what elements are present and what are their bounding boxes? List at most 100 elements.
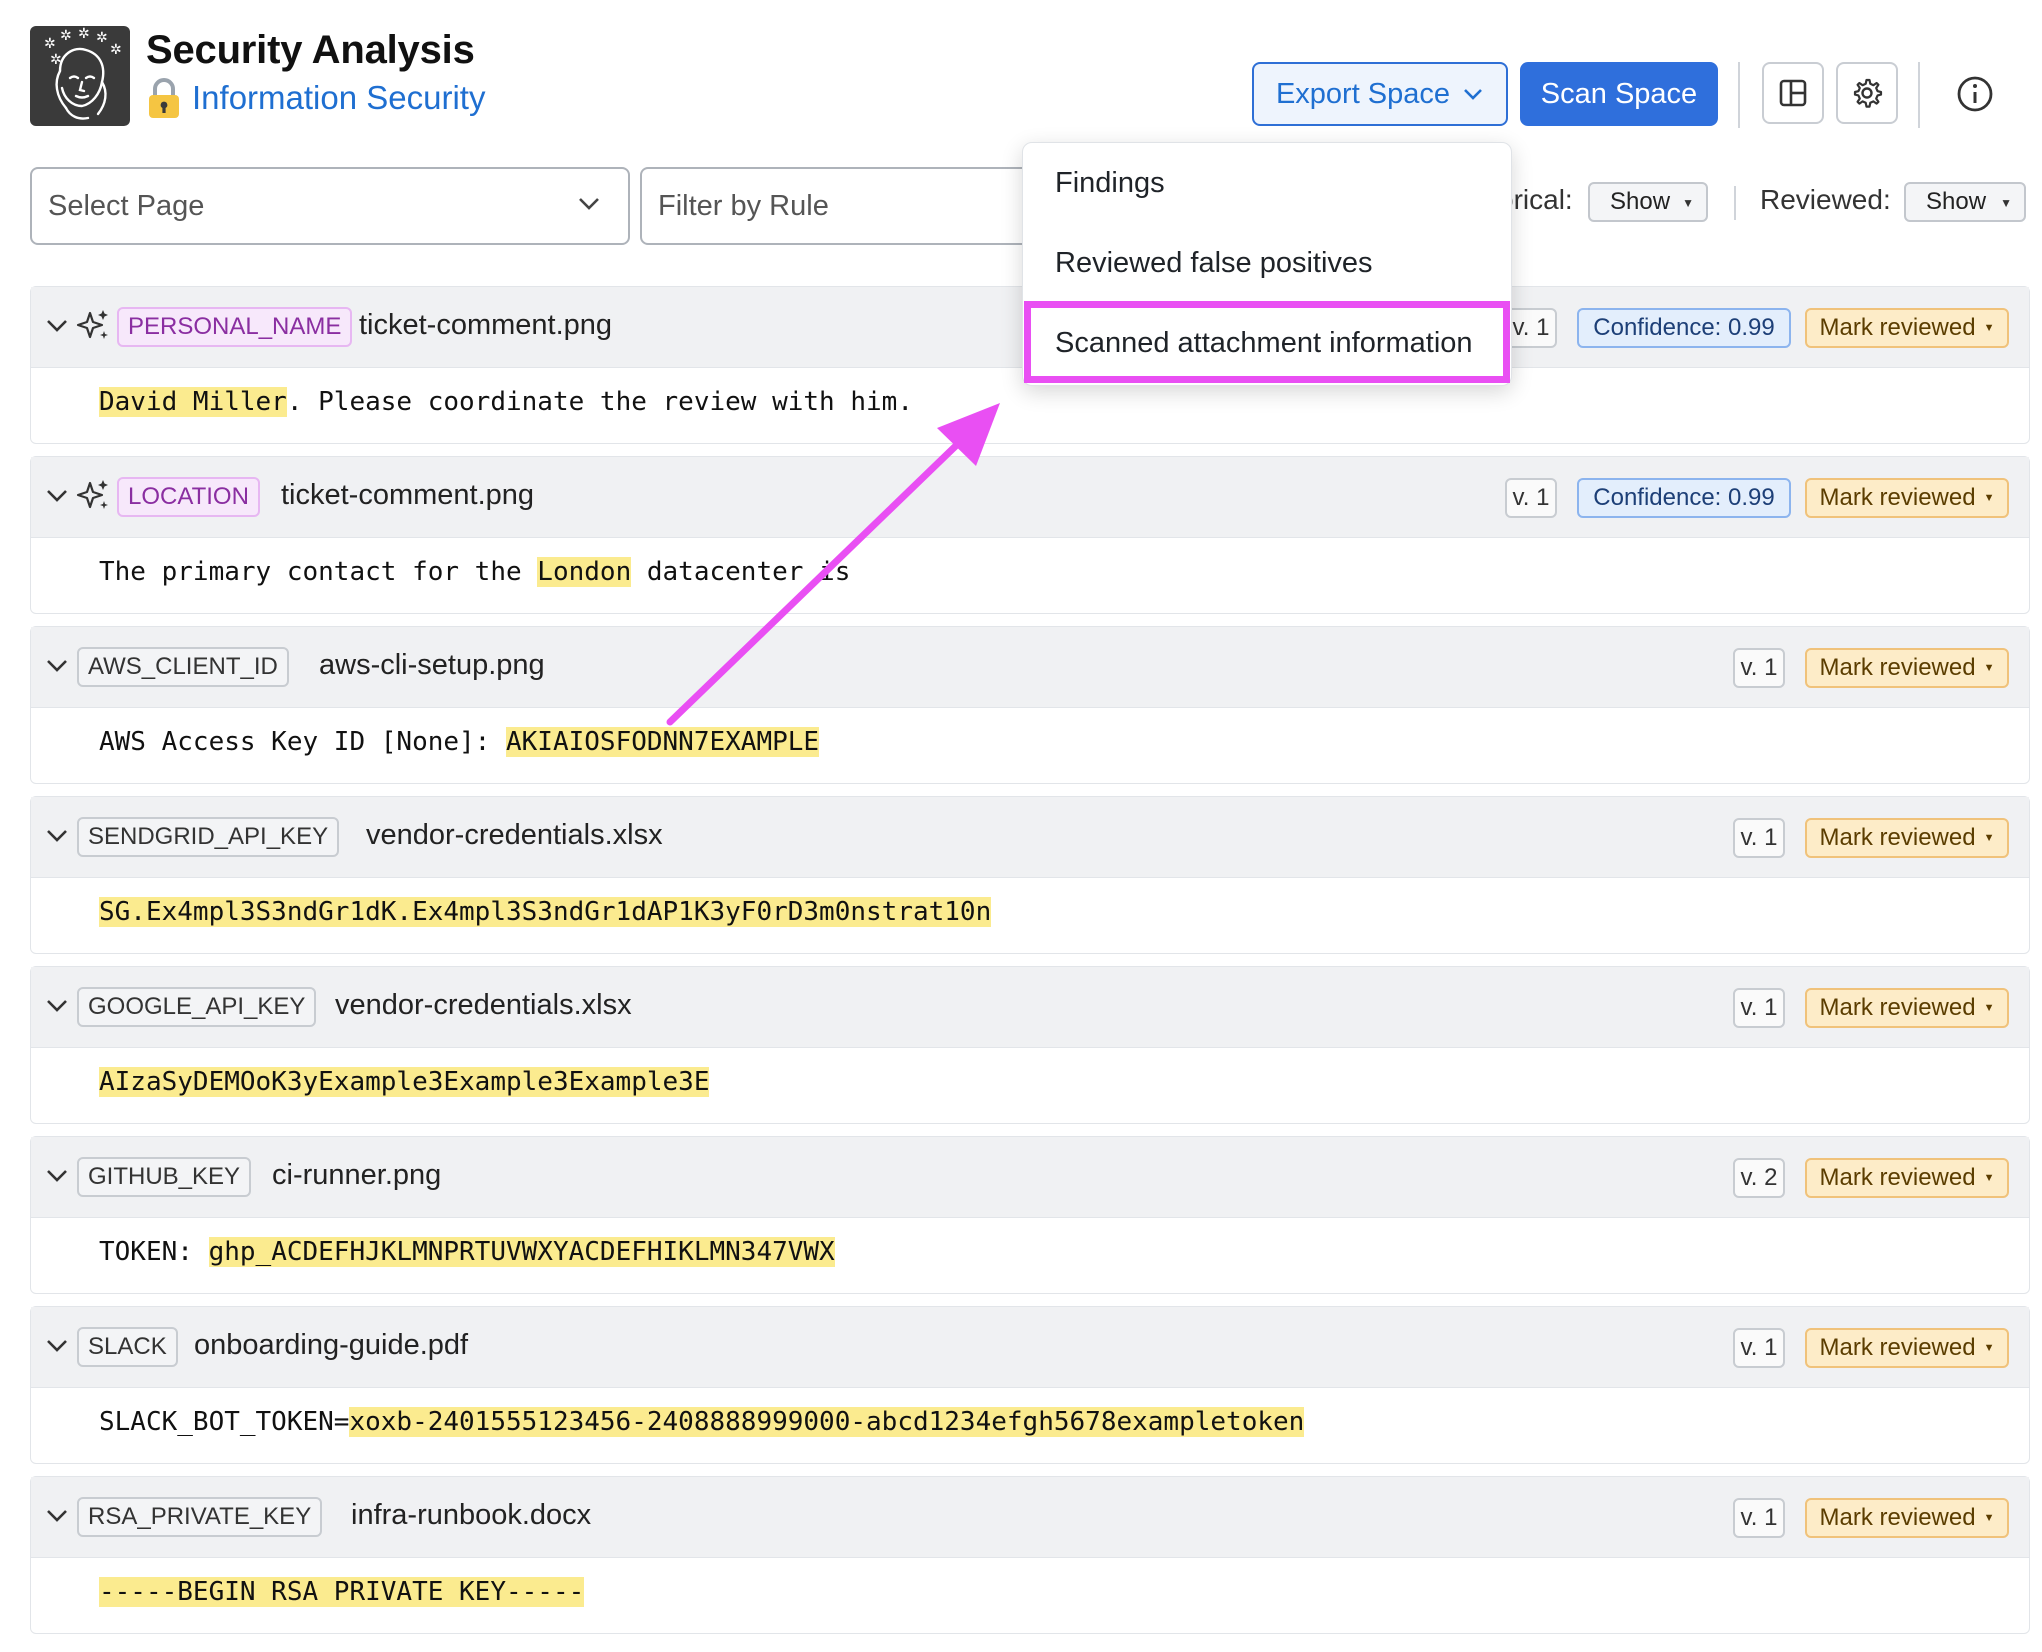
toolbar-divider bbox=[1738, 62, 1740, 128]
historical-select[interactable]: Show ▼ bbox=[1588, 182, 1708, 222]
snippet-match: David Miller bbox=[99, 387, 287, 417]
finding-header[interactable]: GOOGLE_API_KEY vendor-credentials.xlsx v. … bbox=[31, 967, 2029, 1048]
mark-reviewed-label: Mark reviewed bbox=[1819, 994, 1976, 1021]
info-icon[interactable] bbox=[1955, 74, 1995, 114]
version-badge: v. 1 bbox=[1733, 1498, 1785, 1538]
caret-down-icon: ▼ bbox=[1983, 322, 1995, 334]
rule-tag: SLACK bbox=[77, 1327, 178, 1367]
finding-snippet: The primary contact for the London datac… bbox=[99, 557, 850, 587]
finding-filename[interactable]: vendor-credentials.xlsx bbox=[366, 819, 663, 852]
chevron-down-icon[interactable] bbox=[44, 825, 70, 847]
snippet-match: ghp_ACDEFHJKLMNPRTUVWXYACDEFHIKLMN347VWX bbox=[208, 1237, 835, 1267]
chevron-down-icon[interactable] bbox=[44, 1505, 70, 1527]
version-badge: v. 1 bbox=[1733, 988, 1785, 1028]
caret-down-icon: ▼ bbox=[1983, 832, 1995, 844]
snippet-text: AWS Access Key ID [None]: bbox=[99, 727, 506, 757]
chevron-down-icon[interactable] bbox=[44, 315, 70, 337]
caret-down-icon: ▼ bbox=[1983, 662, 1995, 674]
snippet-match: xoxb-2401555123456-2408888999000-abcd123… bbox=[349, 1407, 1305, 1437]
filter-by-rule-placeholder: Filter by Rule bbox=[658, 189, 829, 222]
finding-filename[interactable]: ci-runner.png bbox=[272, 1159, 441, 1192]
snippet-text: . Please coordinate the review with him. bbox=[286, 387, 913, 417]
caret-down-icon: ▼ bbox=[1983, 492, 1995, 504]
finding-filename[interactable]: ticket-comment.png bbox=[359, 309, 612, 342]
svg-text:✲: ✲ bbox=[78, 26, 90, 42]
svg-text:✲: ✲ bbox=[110, 42, 122, 58]
rule-tag: AWS_CLIENT_ID bbox=[77, 647, 289, 687]
settings-button[interactable] bbox=[1836, 62, 1898, 124]
mark-reviewed-button[interactable]: Mark reviewed ▼ bbox=[1805, 1498, 2009, 1538]
scan-space-button[interactable]: Scan Space bbox=[1520, 62, 1718, 126]
finding-header[interactable]: SLACK onboarding-guide.pdf v. 1 Mark review… bbox=[31, 1307, 2029, 1388]
version-badge: v. 1 bbox=[1505, 308, 1557, 348]
finding-snippet: AWS Access Key ID [None]: AKIAIOSFODNN7E… bbox=[99, 727, 820, 757]
mark-reviewed-button[interactable]: Mark reviewed ▼ bbox=[1805, 1158, 2009, 1198]
lock-icon bbox=[149, 78, 179, 118]
mark-reviewed-button[interactable]: Mark reviewed ▼ bbox=[1805, 818, 2009, 858]
caret-down-icon: ▼ bbox=[1983, 1002, 1995, 1014]
finding-filename[interactable]: ticket-comment.png bbox=[281, 479, 534, 512]
app-logo: ✲ ✲ ✲ ✲ ✲ ✲ bbox=[30, 26, 130, 126]
snippet-match: AIzaSyDEMOoK3yExample3Example3Example3E bbox=[99, 1067, 710, 1097]
mark-reviewed-label: Mark reviewed bbox=[1819, 1164, 1976, 1191]
export-space-label: Export Space bbox=[1275, 77, 1451, 110]
mark-reviewed-button[interactable]: Mark reviewed ▼ bbox=[1805, 478, 2009, 518]
snippet-text: The primary contact for the bbox=[99, 557, 538, 587]
mark-reviewed-label: Mark reviewed bbox=[1819, 314, 1976, 341]
mark-reviewed-button[interactable]: Mark reviewed ▼ bbox=[1805, 988, 2009, 1028]
app-title: Security Analysis bbox=[146, 28, 475, 72]
mark-reviewed-label: Mark reviewed bbox=[1819, 484, 1976, 511]
annotation-highlight-box bbox=[1024, 301, 1510, 383]
finding-filename[interactable]: onboarding-guide.pdf bbox=[194, 1329, 468, 1362]
finding-header[interactable]: AWS_CLIENT_ID aws-cli-setup.png v. 1 Mark r… bbox=[31, 627, 2029, 708]
snippet-match: SG.Ex4mpl3S3ndGr1dK.Ex4mpl3S3ndGr1dAP1K3… bbox=[99, 897, 992, 927]
finding-snippet: TOKEN: ghp_ACDEFHJKLMNPRTUVWXYACDEFHIKLM… bbox=[99, 1237, 835, 1267]
select-page-placeholder: Select Page bbox=[48, 189, 205, 222]
snippet-text: SLACK_BOT_TOKEN= bbox=[99, 1407, 350, 1437]
select-page-dropdown[interactable]: Select Page bbox=[30, 167, 630, 245]
finding-card: AWS_CLIENT_ID aws-cli-setup.png v. 1 Mark r… bbox=[30, 626, 2030, 784]
mark-reviewed-label: Mark reviewed bbox=[1819, 654, 1976, 681]
chevron-down-icon[interactable] bbox=[44, 655, 70, 677]
reviewed-value: Show bbox=[1926, 188, 1987, 215]
mark-reviewed-button[interactable]: Mark reviewed ▼ bbox=[1805, 1328, 2009, 1368]
ai-sparkle-icon bbox=[76, 480, 108, 509]
gear-icon bbox=[1853, 78, 1883, 108]
reviewed-label: Reviewed: bbox=[1760, 184, 1891, 215]
finding-header[interactable]: SENDGRID_API_KEY vendor-credentials.xlsx v… bbox=[31, 797, 2029, 878]
export-space-button[interactable]: Export Space bbox=[1252, 62, 1508, 126]
svg-text:✲: ✲ bbox=[50, 52, 62, 68]
confidence-badge: Confidence: 0.99 bbox=[1577, 478, 1791, 518]
chevron-down-icon[interactable] bbox=[44, 995, 70, 1017]
version-badge: v. 2 bbox=[1733, 1158, 1785, 1198]
chevron-down-icon[interactable] bbox=[44, 1165, 70, 1187]
mark-reviewed-label: Mark reviewed bbox=[1819, 1504, 1976, 1531]
svg-text:✲: ✲ bbox=[96, 30, 108, 46]
chevron-down-icon[interactable] bbox=[44, 1335, 70, 1357]
svg-text:✲: ✲ bbox=[60, 28, 72, 44]
mark-reviewed-label: Mark reviewed bbox=[1819, 824, 1976, 851]
mark-reviewed-button[interactable]: Mark reviewed ▼ bbox=[1805, 308, 2009, 348]
menu-item-findings[interactable]: Findings bbox=[1055, 167, 1165, 200]
finding-header[interactable]: RSA_PRIVATE_KEY infra-runbook.docx v. 1 Mar… bbox=[31, 1477, 2029, 1558]
layout-button[interactable] bbox=[1762, 62, 1824, 124]
rule-tag: LOCATION bbox=[117, 477, 260, 517]
finding-snippet: AIzaSyDEMOoK3yExample3Example3Example3E bbox=[99, 1067, 710, 1097]
finding-card: GOOGLE_API_KEY vendor-credentials.xlsx v. … bbox=[30, 966, 2030, 1124]
snippet-match: London bbox=[537, 557, 632, 587]
chevron-down-icon[interactable] bbox=[44, 485, 70, 507]
finding-header[interactable]: LOCATION ticket-comment.png v. 1 Confidence… bbox=[31, 457, 2029, 538]
finding-filename[interactable]: infra-runbook.docx bbox=[351, 1499, 591, 1532]
finding-filename[interactable]: aws-cli-setup.png bbox=[319, 649, 545, 682]
version-badge: v. 1 bbox=[1505, 478, 1557, 518]
finding-card: LOCATION ticket-comment.png v. 1 Confidence… bbox=[30, 456, 2030, 614]
reviewed-select[interactable]: Show ▼ bbox=[1904, 182, 2026, 222]
caret-down-icon: ▼ bbox=[1983, 1342, 1995, 1354]
mark-reviewed-button[interactable]: Mark reviewed ▼ bbox=[1805, 648, 2009, 688]
finding-filename[interactable]: vendor-credentials.xlsx bbox=[335, 989, 632, 1022]
menu-item-reviewed-false-positives[interactable]: Reviewed false positives bbox=[1055, 247, 1373, 280]
version-badge: v. 1 bbox=[1733, 1328, 1785, 1368]
filter-by-rule-input[interactable]: Filter by Rule bbox=[640, 167, 1060, 245]
finding-header[interactable]: GITHUB_KEY ci-runner.png v. 2 Mark reviewed… bbox=[31, 1137, 2029, 1218]
space-name-link[interactable]: Information Security bbox=[192, 79, 485, 117]
